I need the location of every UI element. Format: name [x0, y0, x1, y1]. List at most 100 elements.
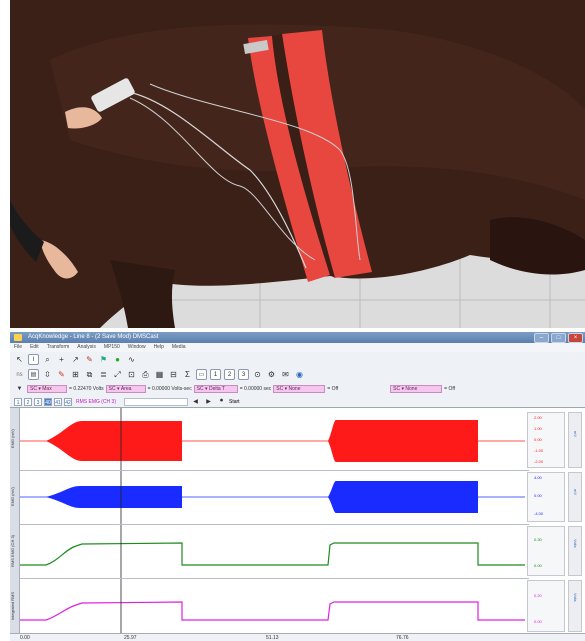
stack-icon[interactable]: ≣ — [98, 369, 109, 380]
nav-icon[interactable]: ns — [14, 369, 25, 380]
table-icon[interactable]: ▦ — [154, 369, 165, 380]
close-button[interactable]: × — [568, 333, 583, 343]
measurement-1-value: = 0.22470 Volts — [69, 385, 104, 392]
scale-panel-4[interactable]: 0.20 0.00 — [527, 580, 565, 632]
channel-icon[interactable]: ▤ — [28, 369, 39, 380]
y-tick: 2.00 — [534, 415, 542, 420]
unit-label: Volts — [573, 593, 578, 602]
channel-button-2[interactable]: 2 — [24, 397, 32, 406]
c-icon[interactable]: 3 — [238, 369, 249, 380]
channel-button-3[interactable]: 3 — [34, 397, 42, 406]
measure-icon[interactable]: ▭ — [196, 369, 207, 380]
edit-icon[interactable]: ✎ — [56, 369, 67, 380]
menu-transform[interactable]: Transform — [47, 343, 70, 352]
scroll-panel-2[interactable]: mV — [568, 472, 582, 522]
d-icon[interactable]: ⊙ — [252, 369, 263, 380]
y-tick: -2.00 — [534, 459, 544, 464]
emg1-burst-1 — [46, 421, 182, 461]
record-icon[interactable]: ⏺ — [216, 396, 227, 407]
marker-icon[interactable]: ↗ — [70, 354, 81, 365]
menu-help[interactable]: Help — [154, 343, 164, 352]
channel-divider-1 — [20, 470, 529, 471]
sum-icon[interactable]: Σ — [182, 369, 193, 380]
scroll-panel-3[interactable]: Volts — [568, 526, 582, 576]
comment-icon[interactable]: ✉ — [280, 369, 291, 380]
measurement-2-select[interactable]: SC ▾ Area — [105, 384, 146, 393]
channel-button-41[interactable]: 41 — [54, 397, 62, 406]
y-tick: -4.00 — [534, 511, 544, 516]
grid-icon[interactable]: ⊞ — [70, 369, 81, 380]
expand-icon[interactable]: ▼ — [14, 383, 25, 394]
measurement-3-select[interactable]: SC ▾ Delta T — [193, 384, 238, 393]
overlap-icon[interactable]: ⧉ — [84, 369, 95, 380]
menu-window[interactable]: Window — [128, 343, 146, 352]
channel-button-42[interactable]: 42 — [64, 397, 72, 406]
zoom-icon[interactable]: ⌕ — [42, 354, 53, 365]
channel-divider-2 — [20, 524, 529, 525]
menu-mp150[interactable]: MP150 — [104, 343, 120, 352]
arrow-cursor-icon[interactable]: ↖ — [14, 354, 25, 365]
measurement-4-value: = Off — [327, 385, 339, 392]
plot-area[interactable]: EMG (mV) EMG (mV) RMS EMG (CH 3) Integra… — [10, 407, 585, 634]
toolbar-top: ↖ I ⌕ + ↗ ✎ ⚑ ● ∿ — [10, 352, 585, 367]
y-tick: -1.00 — [534, 448, 544, 453]
x-tick: 25.97 — [124, 635, 137, 641]
prev-icon[interactable]: ◀ — [190, 396, 201, 407]
scale-panel-2[interactable]: 4.00 0.00 -4.00 — [527, 472, 565, 522]
print-icon[interactable]: ⎙ — [140, 369, 151, 380]
app-icon — [14, 334, 22, 341]
measurement-4-select[interactable]: SC ▾ None — [273, 384, 326, 393]
menu-bar: File Edit Transform Analysis MP150 Windo… — [10, 343, 585, 352]
waveform-canvas[interactable] — [10, 408, 585, 634]
wave-icon[interactable]: ∿ — [126, 354, 137, 365]
zoom-fit-icon[interactable]: ⊡ — [126, 369, 137, 380]
horse-photo — [10, 0, 585, 328]
time-axis[interactable]: 0.00 25.97 51.13 76.76 — [10, 633, 585, 641]
settings-icon[interactable]: ⚙ — [266, 369, 277, 380]
y-tick: 1.00 — [534, 426, 542, 431]
start-label[interactable]: Start — [229, 399, 240, 405]
measurement-5-select[interactable]: SC ▾ None — [390, 384, 443, 393]
channel-2-label: EMG (mV) — [10, 487, 15, 507]
scroll-panel-4[interactable]: Volts — [568, 580, 582, 632]
a-icon[interactable]: 1 — [210, 369, 221, 380]
next-icon[interactable]: ▶ — [203, 396, 214, 407]
channel-button-1[interactable]: 1 — [14, 397, 22, 406]
measurement-row: ▼ SC ▾ Max = 0.22470 Volts SC ▾ Area = 0… — [10, 382, 585, 395]
measurement-1-select[interactable]: SC ▾ Max — [27, 384, 67, 393]
menu-analysis[interactable]: Analysis — [77, 343, 96, 352]
menu-file[interactable]: File — [14, 343, 22, 352]
camera-icon[interactable]: ◉ — [294, 369, 305, 380]
unit-label: mV — [573, 431, 578, 437]
b-icon[interactable]: 2 — [224, 369, 235, 380]
emg1-burst-2 — [328, 420, 478, 462]
minimize-button[interactable]: – — [534, 333, 549, 343]
scale-panel-1[interactable]: 2.00 1.00 0.00 -1.00 -2.00 — [527, 412, 565, 468]
ibeam-cursor-icon[interactable]: I — [28, 354, 39, 365]
toolbar-second: ns ▤ ⇳ ✎ ⊞ ⧉ ≣ ⤢ ⊡ ⎙ ▦ ⊟ Σ ▭ 1 2 3 ⊙ ⚙ ✉… — [10, 367, 585, 382]
flag-icon[interactable]: ⚑ — [98, 354, 109, 365]
scale-panel-3[interactable]: 0.30 0.00 — [527, 526, 565, 576]
acqknowledge-window: AcqKnowledge - Line 8 - (2 Save Mod) DMS… — [10, 332, 585, 641]
scroll-panel-1[interactable]: mV — [568, 412, 582, 468]
channel-name-label: RMS EMG (CH 3) — [76, 398, 116, 405]
unit-label: Volts — [573, 539, 578, 548]
y-tick: 0.00 — [534, 437, 542, 442]
menu-edit[interactable]: Edit — [30, 343, 39, 352]
crosshair-icon[interactable]: + — [56, 354, 67, 365]
measurement-3-value: = 0.00000 sec — [239, 385, 272, 392]
dot-icon[interactable]: ● — [112, 354, 123, 365]
pencil-icon[interactable]: ✎ — [84, 354, 95, 365]
channel-button-40[interactable]: 40 — [44, 397, 52, 406]
channel-3-label: RMS EMG (CH 3) — [10, 535, 15, 567]
calc-icon[interactable]: ⊟ — [168, 369, 179, 380]
emg2-burst-2 — [328, 481, 478, 513]
window-title: AcqKnowledge - Line 8 - (2 Save Mod) DMS… — [28, 334, 159, 340]
menu-media[interactable]: Media — [172, 343, 186, 352]
rms-trace — [20, 542, 525, 566]
maximize-button[interactable]: □ — [551, 333, 566, 343]
channel-name-field[interactable] — [124, 397, 188, 406]
measurement-5-value: = Off — [444, 385, 456, 392]
autoscale-icon[interactable]: ⤢ — [112, 369, 123, 380]
scale-icon[interactable]: ⇳ — [42, 369, 53, 380]
